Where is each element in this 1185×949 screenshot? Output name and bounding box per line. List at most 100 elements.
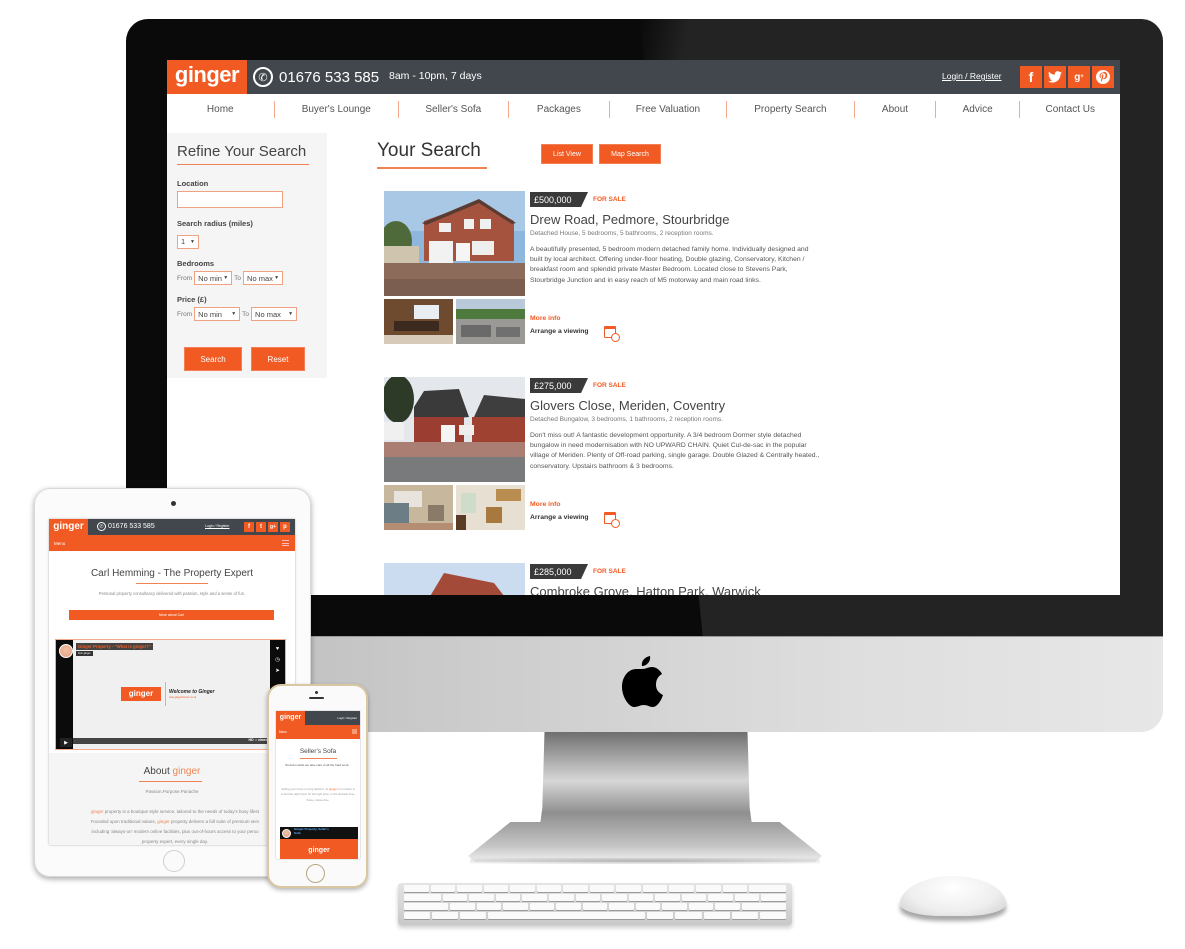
property-thumbnail[interactable] [384,485,453,530]
price-max-select[interactable]: No max ▼ [251,307,298,321]
page-title: Your Search [377,140,487,169]
radius-label: Search radius (miles) [177,219,253,228]
main-nav: Home Buyer's Lounge Seller's Sofa Packag… [167,94,1120,125]
keyboard-row [404,903,786,910]
nav-packages[interactable]: Packages [509,94,610,125]
property-photo[interactable] [384,563,525,595]
hero-heading: Carl Hemming - The Property Expert [90,568,254,579]
calendar-icon[interactable] [604,512,620,528]
facebook-icon[interactable]: f [244,522,254,532]
refine-search-title: Refine Your Search [177,143,309,165]
video-player[interactable]: Ginger Property, Seller's Sofa ginger [280,827,358,859]
more-info-link[interactable]: More info [530,501,561,508]
listing-title[interactable]: Glovers Close, Meriden, Coventry [530,398,725,413]
phone-icon: ✆ [97,522,106,531]
reset-button[interactable]: Reset [251,347,305,371]
listing-summary: Detached House, 5 bedrooms, 5 bathrooms,… [530,230,714,237]
chevron-down-icon: ▼ [288,311,294,317]
calendar-icon[interactable] [604,326,620,342]
property-thumbnail[interactable] [456,299,525,344]
brand-logo[interactable]: ginger [276,711,305,725]
about-heading-accent: ginger [172,766,201,777]
twitter-icon[interactable] [1044,66,1066,88]
bedrooms-max-select[interactable]: No max ▼ [243,271,284,285]
paragraph-text: property expert, every single day. [141,839,209,844]
bedrooms-min-select[interactable]: No min ▼ [194,271,233,285]
menu-bar[interactable]: Menu [276,725,360,739]
play-icon[interactable]: ▶ [60,738,72,747]
pinterest-icon[interactable] [1092,66,1114,88]
property-listing: £500,000 FOR SALE Drew Road, Pedmore, St… [384,191,824,351]
nav-buyers-lounge[interactable]: Buyer's Lounge [275,94,398,125]
video-player[interactable]: Ginger Property - "What is ginger?" from… [55,639,286,750]
brand-mention: ginger [91,809,104,814]
price-to-label: To [242,310,250,318]
about-paragraph: ginger property is a boutique style serv… [51,807,295,845]
login-register-link[interactable]: Login / Register [205,524,230,528]
login-register-link[interactable]: Login / Register [942,71,1002,81]
bedrooms-max-value: No max [247,273,273,283]
tablet-screen: ginger ✆ 01676 533 585 Login / Register f… [49,519,295,845]
video-divider [165,682,166,706]
clock-icon[interactable]: ◷ [274,656,281,663]
phone-speaker [309,697,324,699]
more-info-link[interactable]: More info [530,315,561,322]
heart-icon[interactable]: ♥ [274,645,281,652]
google-plus-icon[interactable]: g+ [1068,66,1090,88]
hamburger-icon[interactable] [282,540,289,546]
video-controls[interactable]: HD :: vimeo [249,738,268,742]
nav-advice[interactable]: Advice [936,94,1020,125]
paragraph-text: property is a boutique style service, ta… [103,809,259,814]
avatar [59,644,73,658]
location-input[interactable] [177,191,283,208]
list-view-button[interactable]: List View [541,144,593,164]
radius-value: 1 [181,237,186,246]
property-thumbnail[interactable] [384,299,453,344]
brand-mention: ginger [329,787,337,791]
mouse [900,876,1006,916]
property-thumbnail[interactable] [456,485,525,530]
listing-title[interactable]: Combroke Grove, Hatton Park, Warwick [530,584,761,595]
section-paragraph: Selling your home is a big decision. At … [280,787,356,803]
arrange-viewing-link[interactable]: Arrange a viewing [530,328,589,335]
radius-select[interactable]: 1 ▼ [177,234,199,249]
status-badge: FOR SALE [593,382,626,389]
property-photo[interactable] [384,377,525,482]
phone-number: 01676 533 585 [279,68,380,86]
paragraph-text: property delivers a full suite of premiu… [169,819,260,824]
nav-home[interactable]: Home [167,94,274,125]
more-about-carl-button[interactable]: More about Carl [69,610,274,620]
hamburger-icon[interactable] [352,729,357,734]
map-search-button[interactable]: Map Search [599,144,661,164]
facebook-icon[interactable]: f [1020,66,1042,88]
arrange-viewing-link[interactable]: Arrange a viewing [530,514,589,521]
twitter-icon[interactable]: t [256,522,266,532]
video-title[interactable]: Ginger Property - "What is ginger?" [76,643,153,650]
share-icon[interactable]: ➤ [274,667,281,674]
paragraph-text: Founded upon traditional values, [90,819,158,824]
nav-about[interactable]: About [855,94,935,125]
property-photo[interactable] [384,191,525,296]
search-button[interactable]: Search [184,347,242,371]
nav-contact-us[interactable]: Contact Us [1020,94,1120,125]
nav-property-search[interactable]: Property Search [727,94,854,125]
bedrooms-from-label: From [177,274,193,282]
phone-contact[interactable]: ✆ 01676 533 585 [97,522,155,531]
menu-label: Menu [279,730,287,734]
nav-sellers-sofa[interactable]: Seller's Sofa [399,94,508,125]
listing-description: Don't miss out! A fantastic development … [530,432,820,470]
menu-bar[interactable]: Menu [49,535,295,551]
price-min-select[interactable]: No min ▼ [194,307,241,321]
video-progress-bar[interactable] [73,738,272,744]
brand-logo[interactable]: ginger [167,60,247,94]
video-title[interactable]: Ginger Property, Seller's Sofa [294,827,334,835]
phone-contact[interactable]: ✆ 01676 533 585 [253,66,379,88]
brand-logo[interactable]: ginger [49,519,88,535]
listing-title[interactable]: Drew Road, Pedmore, Stourbridge [530,212,729,227]
nav-free-valuation[interactable]: Free Valuation [610,94,726,125]
login-register-link[interactable]: Login / Register [337,716,357,720]
paragraph-text: including 'always-on' modern online faci… [91,829,259,834]
google-plus-icon[interactable]: g+ [268,522,278,532]
pinterest-icon[interactable]: p [280,522,290,532]
stand-shadow [470,858,820,864]
